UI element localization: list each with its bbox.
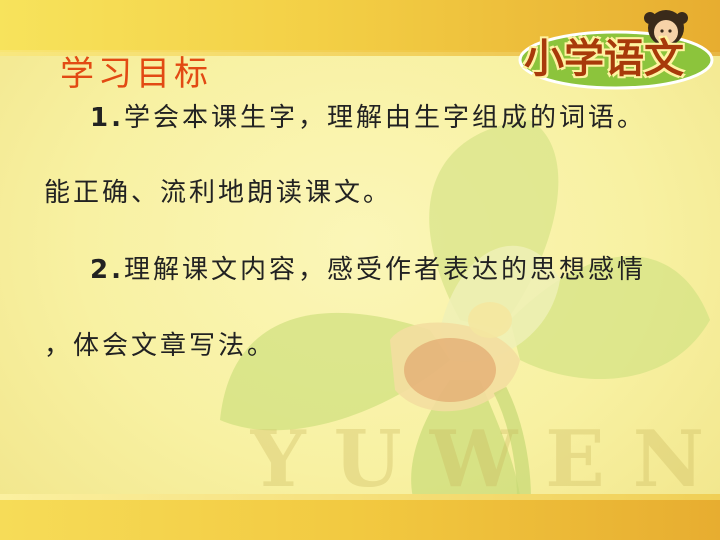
objective-line-1-continued: 能正确、流利地朗读课文。	[44, 175, 392, 211]
objective-text-1: 学会本课生字，理解由生字组成的词语。	[123, 103, 646, 133]
objective-number-2: 2.	[90, 255, 124, 285]
objective-number-1: 1.	[90, 103, 124, 133]
bottom-decorative-band	[0, 500, 720, 540]
xiaoxue-yuwen-logo: 小学语文	[516, 4, 716, 90]
objective-line-2-continued: ，体会文章写法。	[44, 328, 276, 364]
objective-line-1: 1.学会本课生字，理解由生字组成的词语。	[90, 100, 646, 136]
objective-text-2: 理解课文内容，感受作者表达的思想感情	[123, 255, 646, 285]
objective-text-1-continued: 能正确、流利地朗读课文。	[44, 178, 393, 208]
objective-text-2-continued: ，体会文章写法。	[44, 331, 277, 361]
logo-text: 小学语文	[524, 36, 684, 82]
section-heading: 学习目标	[60, 54, 212, 94]
slide: YUWEN 小学语文 学习目标 1.学会本课生字，理解由生字组成的词语。 能正确…	[0, 0, 720, 540]
yuwen-watermark: YUWEN	[250, 420, 720, 500]
objective-line-2: 2.理解课文内容，感受作者表达的思想感情	[90, 252, 646, 288]
